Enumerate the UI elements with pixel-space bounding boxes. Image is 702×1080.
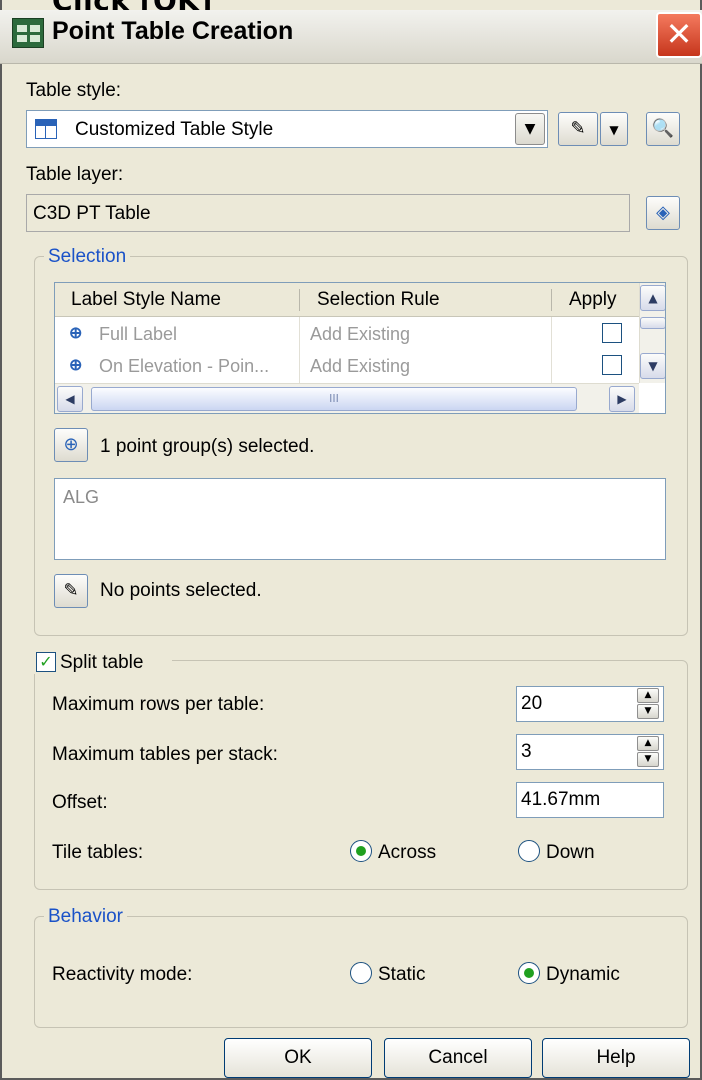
table-style-menu-button[interactable]: ▼ xyxy=(600,112,628,146)
decrement-icon[interactable]: ▼ xyxy=(637,704,659,719)
column-divider xyxy=(551,289,552,311)
horizontal-scrollbar[interactable]: ◀ III ▶ xyxy=(55,383,639,413)
label-style-name: Full Label xyxy=(99,324,178,344)
offset-field[interactable]: 41.67mm xyxy=(516,782,664,818)
max-tables-stepper[interactable]: 3 ▲ ▼ xyxy=(516,734,664,770)
table-row[interactable]: ⊕ On Elevation - Poin... Add Existing xyxy=(55,351,665,383)
reactivity-static-radio[interactable] xyxy=(350,962,372,984)
table-style-dropdown[interactable]: Customized Table Style ▼ xyxy=(26,110,548,148)
column-header-apply[interactable]: Apply xyxy=(569,289,617,311)
select-point-groups-button[interactable]: ⊕ xyxy=(54,428,88,462)
max-tables-spinner[interactable]: ▲ ▼ xyxy=(635,735,663,769)
scroll-thumb[interactable]: III xyxy=(91,387,577,411)
point-group-icon: ⊕ xyxy=(63,434,79,455)
column-divider xyxy=(299,289,300,311)
behavior-group-title: Behavior xyxy=(44,906,127,928)
table-style-icon xyxy=(35,119,57,139)
apply-checkbox[interactable] xyxy=(602,323,622,343)
decrement-icon[interactable]: ▼ xyxy=(637,752,659,767)
reactivity-dynamic-radio[interactable] xyxy=(518,962,540,984)
tile-tables-label: Tile tables: xyxy=(52,842,144,863)
offset-value: 41.67mm xyxy=(521,789,601,810)
vertical-scrollbar[interactable]: ▲ ▼ xyxy=(639,283,665,383)
tile-across-radio[interactable] xyxy=(350,840,372,862)
select-points-icon: ✎ xyxy=(63,580,79,601)
help-button[interactable]: Help xyxy=(542,1038,690,1078)
table-style-label: Table style: xyxy=(26,80,122,101)
offset-label: Offset: xyxy=(52,792,108,813)
split-table-checkbox[interactable]: ✓ xyxy=(36,652,56,672)
selection-rule: Add Existing xyxy=(310,324,411,344)
select-points-button[interactable]: ✎ xyxy=(54,574,88,608)
ok-button[interactable]: OK xyxy=(224,1038,372,1078)
grid-header: Label Style Name Selection Rule Apply xyxy=(55,283,665,317)
table-style-value: Customized Table Style xyxy=(75,119,274,140)
chevron-down-icon[interactable]: ▼ xyxy=(515,113,545,145)
dialog-title: Point Table Creation xyxy=(52,17,294,45)
label-style-grid: Label Style Name Selection Rule Apply ⊕ … xyxy=(54,282,666,414)
table-layer-field: C3D PT Table xyxy=(26,194,630,232)
max-tables-value: 3 xyxy=(521,741,532,762)
label-style-icon: ⊕ xyxy=(69,325,83,342)
column-divider xyxy=(551,317,552,383)
points-status: No points selected. xyxy=(100,580,262,601)
column-header-label-style-name[interactable]: Label Style Name xyxy=(71,289,221,311)
reactivity-mode-label: Reactivity mode: xyxy=(52,964,193,985)
scroll-grip: III xyxy=(329,392,339,405)
point-groups-status: 1 point group(s) selected. xyxy=(100,436,315,457)
label-style-name: On Elevation - Poin... xyxy=(99,356,270,376)
selection-group-title: Selection xyxy=(44,246,131,268)
point-table-app-icon xyxy=(12,18,44,48)
tile-across-label: Across xyxy=(378,842,437,863)
reactivity-static-label: Static xyxy=(378,964,426,985)
preview-table-style-button[interactable]: 🔍 xyxy=(646,112,680,146)
apply-checkbox[interactable] xyxy=(602,355,622,375)
tile-down-label: Down xyxy=(546,842,595,863)
reactivity-dynamic-label: Dynamic xyxy=(546,964,620,985)
increment-icon[interactable]: ▲ xyxy=(637,688,659,703)
table-row[interactable]: ⊕ Full Label Add Existing xyxy=(55,319,665,351)
scroll-right-icon[interactable]: ▶ xyxy=(609,386,635,412)
max-rows-spinner[interactable]: ▲ ▼ xyxy=(635,687,663,721)
close-button[interactable]: ✕ xyxy=(656,12,702,58)
list-item: ALG xyxy=(63,487,100,507)
column-divider xyxy=(299,317,300,383)
layer-icon: ◈ xyxy=(656,202,670,223)
selection-rule: Add Existing xyxy=(310,356,411,376)
scroll-down-icon[interactable]: ▼ xyxy=(640,353,665,379)
split-table-label: Split table xyxy=(60,652,144,673)
column-header-selection-rule[interactable]: Selection Rule xyxy=(317,289,440,311)
scroll-up-icon[interactable]: ▲ xyxy=(640,285,665,311)
max-tables-label: Maximum tables per stack: xyxy=(52,744,278,765)
max-rows-stepper[interactable]: 20 ▲ ▼ xyxy=(516,686,664,722)
magnifier-icon: 🔍 xyxy=(651,118,675,139)
cancel-button[interactable]: Cancel xyxy=(384,1038,532,1078)
scroll-thumb[interactable] xyxy=(640,317,665,329)
max-rows-label: Maximum rows per table: xyxy=(52,694,265,715)
select-layer-button[interactable]: ◈ xyxy=(646,196,680,230)
scroll-left-icon[interactable]: ◀ xyxy=(57,386,83,412)
label-style-icon: ⊕ xyxy=(69,357,83,374)
tile-down-radio[interactable] xyxy=(518,840,540,862)
increment-icon[interactable]: ▲ xyxy=(637,736,659,751)
table-layer-value: C3D PT Table xyxy=(33,203,151,224)
checkmark-icon: ✓ xyxy=(39,652,53,671)
point-groups-list[interactable]: ALG xyxy=(54,478,666,560)
edit-style-icon: ✎ xyxy=(570,118,586,139)
chevron-down-icon: ▼ xyxy=(609,123,619,137)
max-rows-value: 20 xyxy=(521,693,543,714)
edit-table-style-button[interactable]: ✎ xyxy=(558,112,598,146)
table-layer-label: Table layer: xyxy=(26,164,124,185)
